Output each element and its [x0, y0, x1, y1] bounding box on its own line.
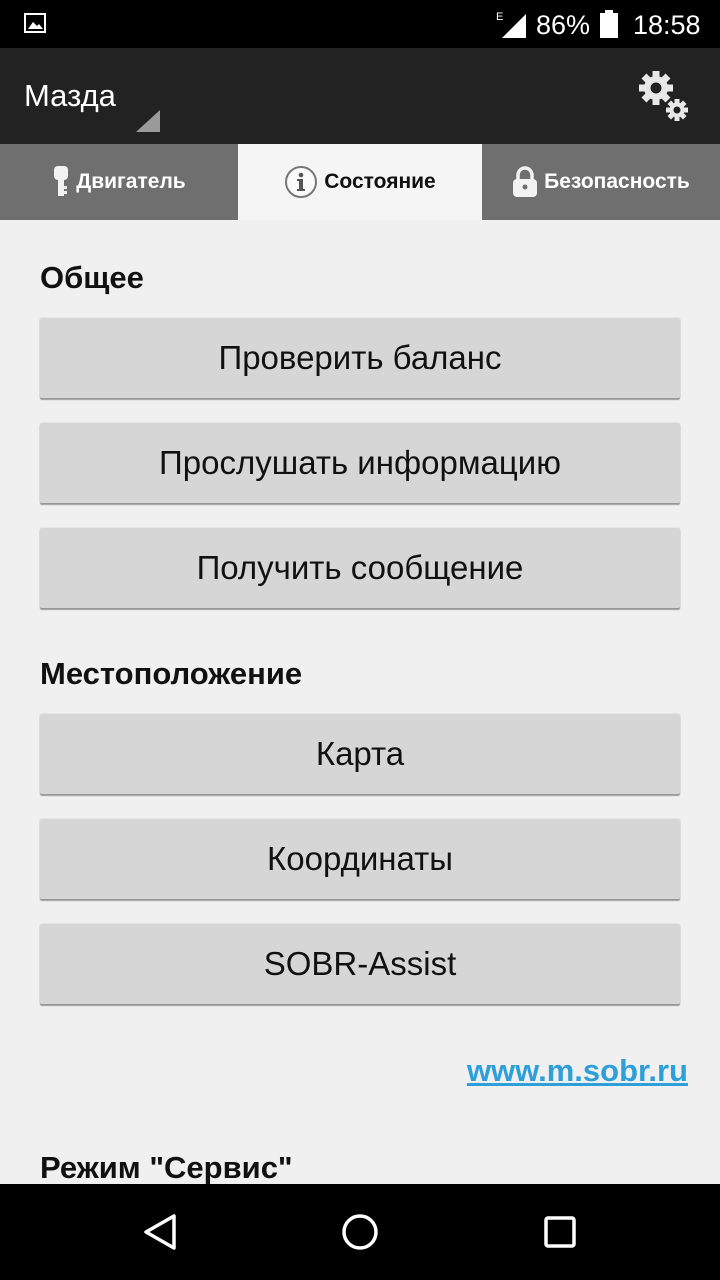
- tab-label: Безопасность: [544, 170, 690, 193]
- navigation-bar: [0, 1184, 720, 1280]
- check-balance-button[interactable]: Проверить баланс: [40, 318, 680, 398]
- coordinates-button[interactable]: Координаты: [40, 819, 680, 899]
- battery-percent: 86%: [536, 10, 591, 40]
- status-bar: E 86% 18:58: [0, 0, 720, 48]
- signal-icon: E: [496, 11, 526, 38]
- dropdown-triangle-icon[interactable]: [136, 110, 160, 132]
- sobr-assist-button[interactable]: SOBR-Assist: [40, 924, 680, 1004]
- website-link[interactable]: www.m.sobr.ru: [467, 1052, 688, 1090]
- map-button[interactable]: Карта: [40, 714, 680, 794]
- info-icon: [285, 166, 318, 198]
- get-message-button[interactable]: Получить сообщение: [40, 528, 680, 608]
- tab-bar: Двигатель Состояние Безопасность: [0, 144, 720, 220]
- tab-security[interactable]: Безопасность: [482, 144, 720, 220]
- image-notification-icon: [24, 13, 46, 33]
- gear-icon[interactable]: [636, 68, 692, 124]
- tab-label: Состояние: [324, 170, 436, 193]
- section-title-general: Общее: [40, 260, 144, 295]
- app-bar: Мазда: [0, 48, 720, 144]
- tab-engine[interactable]: Двигатель: [0, 144, 238, 220]
- listen-info-button[interactable]: Прослушать информацию: [40, 423, 680, 503]
- section-title-service: Режим "Сервис": [40, 1150, 293, 1184]
- battery-icon: [600, 10, 618, 38]
- back-icon[interactable]: [138, 1210, 182, 1254]
- status-content[interactable]: Общее Проверить баланс Прослушать информ…: [0, 220, 720, 1184]
- key-icon: [54, 166, 69, 196]
- home-icon[interactable]: [338, 1210, 382, 1254]
- section-title-location: Местоположение: [40, 656, 303, 691]
- car-selector[interactable]: Мазда: [24, 78, 116, 114]
- svg-text:E: E: [496, 11, 503, 23]
- clock: 18:58: [633, 10, 701, 40]
- lock-icon: [513, 166, 538, 197]
- tab-status[interactable]: Состояние: [238, 144, 482, 220]
- tab-label: Двигатель: [76, 170, 186, 193]
- recents-icon[interactable]: [538, 1210, 582, 1254]
